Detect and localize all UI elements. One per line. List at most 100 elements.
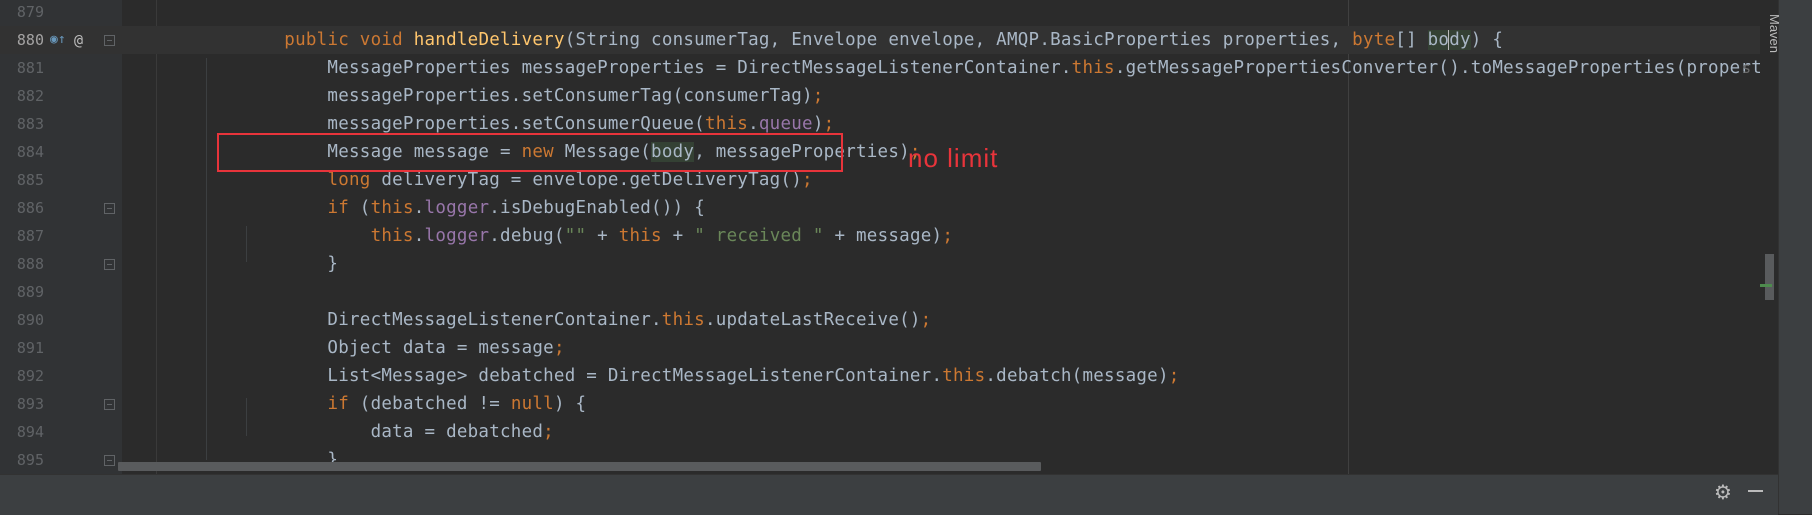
fold-marker-icon[interactable] <box>104 203 115 214</box>
code-token: if <box>327 394 360 414</box>
truncated-text-glyph: s <box>1742 59 1752 77</box>
code-line[interactable]: 894 data = debatched; <box>0 418 1778 446</box>
code-line[interactable]: 886 if (this.logger.isDebugEnabled()) { <box>0 194 1778 222</box>
code-token: this <box>370 198 414 218</box>
code-token: this <box>1071 58 1115 78</box>
indent-guide <box>206 58 207 460</box>
code-token: ; <box>812 86 824 106</box>
indent-guide <box>246 398 247 436</box>
minimize-icon[interactable] <box>1748 490 1763 492</box>
code-token: this <box>942 366 986 386</box>
code-line[interactable]: 891 Object data = message; <box>0 334 1778 362</box>
code-line[interactable]: 889 <box>0 278 1778 306</box>
code-line[interactable]: 882 messageProperties.setConsumerTag(con… <box>0 82 1778 110</box>
code-token: handleDelivery <box>413 30 565 50</box>
fold-marker-icon[interactable] <box>104 35 115 46</box>
override-annotation-icon[interactable]: @ <box>74 30 83 50</box>
code-editor[interactable]: 879 880 public void handleDelivery(String… <box>0 0 1778 474</box>
code-token: . <box>413 226 425 246</box>
code-text[interactable]: messageProperties.setConsumerTag(consume… <box>198 82 824 110</box>
code-line[interactable]: 880 public void handleDelivery(String co… <box>0 26 1778 54</box>
code-text[interactable]: MessageProperties messageProperties = Di… <box>198 54 1778 82</box>
line-number: 887 <box>16 227 44 245</box>
code-token: ; <box>920 310 932 330</box>
line-number: 890 <box>16 311 44 329</box>
line-number: 891 <box>16 339 44 357</box>
code-token: " received " <box>694 226 824 246</box>
code-token: .debug( <box>489 226 565 246</box>
code-line[interactable]: 890 DirectMessageListenerContainer.this.… <box>0 306 1778 334</box>
code-text[interactable]: public void handleDelivery(String consum… <box>198 26 1503 54</box>
code-token: + message) <box>823 226 943 246</box>
code-token: this <box>370 226 414 246</box>
change-marker[interactable] <box>1760 284 1772 287</box>
code-token: if <box>327 198 360 218</box>
bottom-tool-bar <box>0 474 1778 515</box>
code-text[interactable]: } <box>198 250 338 278</box>
code-text[interactable]: this.logger.debug("" + this + " received… <box>198 222 953 250</box>
code-text[interactable]: DirectMessageListenerContainer.this.upda… <box>198 306 931 334</box>
code-token: bo <box>1427 30 1450 50</box>
code-token: + <box>586 226 619 246</box>
code-line[interactable]: 887 this.logger.debug("" + this + " rece… <box>0 222 1778 250</box>
code-token: ; <box>823 114 835 134</box>
code-token: deliveryTag = envelope.getDeliveryTag() <box>381 170 803 190</box>
code-line[interactable]: 879 <box>0 0 1778 26</box>
line-number: 895 <box>16 451 44 469</box>
code-token: ) { <box>553 394 587 414</box>
vertical-scrollbar-thumb[interactable] <box>1765 254 1774 300</box>
code-token: .debatch(message) <box>985 366 1169 386</box>
code-text[interactable]: data = debatched; <box>198 418 554 446</box>
code-token: this <box>661 310 705 330</box>
code-token: data = debatched <box>198 422 544 442</box>
code-text[interactable]: Object data = message; <box>198 334 565 362</box>
code-line[interactable]: 892 List<Message> debatched = DirectMess… <box>0 362 1778 390</box>
code-token: logger <box>424 226 490 246</box>
code-token: this <box>704 114 749 134</box>
code-line[interactable]: 893 if (debatched != null) { <box>0 390 1778 418</box>
code-token: long <box>327 170 382 190</box>
fold-marker-icon[interactable] <box>104 259 115 270</box>
line-number: 881 <box>16 59 44 77</box>
line-number: 886 <box>16 199 44 217</box>
code-token: MessageProperties messageProperties = Di… <box>198 58 1072 78</box>
code-line[interactable]: 888 } <box>0 250 1778 278</box>
line-number: 892 <box>16 367 44 385</box>
line-number: 880 <box>16 31 44 49</box>
code-token: ; <box>802 170 813 190</box>
code-text[interactable]: if (this.logger.isDebugEnabled()) { <box>198 194 705 222</box>
code-token: ) { <box>1470 30 1504 50</box>
indent-guide <box>246 226 247 262</box>
code-token: . <box>748 114 759 134</box>
line-number: 888 <box>16 255 44 273</box>
line-number: 879 <box>16 3 44 21</box>
line-number: 894 <box>16 423 44 441</box>
code-token: .updateLastReceive() <box>704 310 921 330</box>
code-token: .isDebugEnabled()) { <box>489 198 705 218</box>
line-number: 882 <box>16 87 44 105</box>
code-token: ) <box>812 114 824 134</box>
code-token: ; <box>942 226 954 246</box>
code-text[interactable]: if (debatched != null) { <box>198 390 586 418</box>
code-token: ; <box>553 338 565 358</box>
code-token: "" <box>564 226 587 246</box>
fold-marker-icon[interactable] <box>104 399 115 410</box>
code-token: DirectMessageListenerContainer. <box>198 310 662 330</box>
vertical-scrollbar-track[interactable] <box>1760 0 1778 474</box>
horizontal-scrollbar[interactable] <box>118 462 1041 471</box>
code-token: ; <box>1168 366 1180 386</box>
code-token: dy <box>1449 30 1471 50</box>
right-tool-window-bar <box>1778 0 1812 514</box>
line-number: 884 <box>16 143 44 161</box>
implements-method-icon[interactable]: ◉↑ <box>50 30 66 50</box>
gear-icon[interactable]: ⚙ <box>1714 480 1732 504</box>
maven-tool-tab[interactable]: Maven <box>1767 2 1806 53</box>
code-line[interactable]: 881 MessageProperties messageProperties … <box>0 54 1778 82</box>
line-number: 889 <box>16 283 44 301</box>
annotation-text: no limit <box>908 143 999 173</box>
code-text[interactable]: List<Message> debatched = DirectMessageL… <box>198 362 1180 390</box>
fold-marker-icon[interactable] <box>104 455 115 466</box>
